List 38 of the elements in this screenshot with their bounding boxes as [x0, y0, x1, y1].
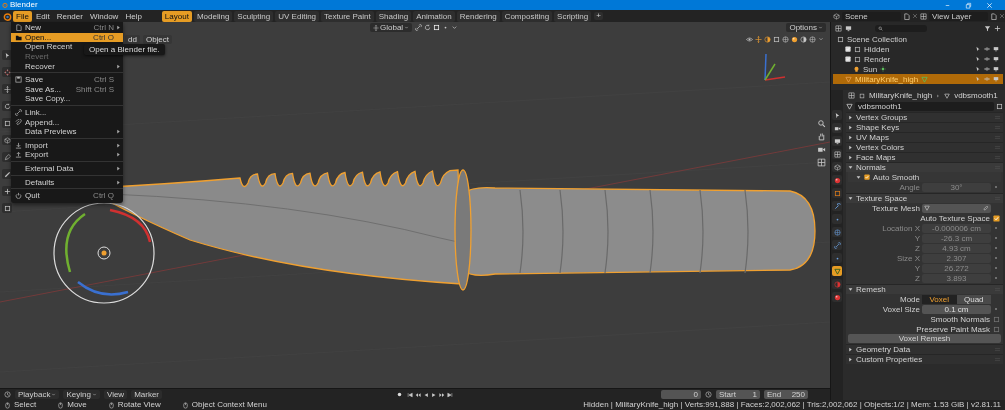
- field-label: Y: [913, 233, 920, 243]
- outliner-label: Render: [864, 54, 891, 64]
- subpanel-title: Auto Smooth: [873, 172, 920, 182]
- checkbox-label: Auto Texture Space: [920, 213, 990, 223]
- panel-title: Remesh: [856, 285, 886, 294]
- checkbox-label: Preserve Paint Mask: [916, 324, 990, 334]
- field-label: Z: [914, 273, 920, 283]
- panel-title: Normals: [856, 163, 886, 172]
- panel-title: Vertex Colors: [856, 143, 905, 152]
- outliner-label: Sun: [863, 64, 878, 74]
- panel-title: Face Maps: [856, 153, 896, 162]
- outliner-label: Scene Collection: [847, 34, 908, 44]
- panel-title: Geometry Data: [856, 345, 911, 354]
- panel-title: Custom Properties: [856, 355, 923, 364]
- status-hint: Move: [67, 400, 87, 410]
- panel-title: Vertex Groups: [856, 113, 908, 122]
- field-label: Size X: [895, 253, 920, 263]
- status-hint: Object Context Menu: [191, 400, 267, 410]
- window-title: Blender: [10, 0, 38, 10]
- panel-title: Shape Keys: [856, 123, 900, 132]
- panel-title: UV Maps: [856, 133, 889, 142]
- field-label: Texture Mesh: [870, 203, 920, 213]
- checkbox-label: Smooth Normals: [930, 314, 990, 324]
- panel-title: Texture Space: [856, 194, 908, 203]
- status-hint: Select: [14, 400, 37, 410]
- mesh-name: vdbsmooth1: [954, 91, 998, 100]
- status-hint: Rotate View: [117, 400, 161, 410]
- field-label: Mode: [899, 294, 920, 304]
- outliner-label: Hidden: [864, 44, 890, 54]
- field-label: Y: [913, 263, 920, 273]
- field-label: Z: [914, 243, 920, 253]
- scene-statistics: Hidden | MilitaryKnife_high | Verts:991,888 | Faces:2,002,062 | Tris:2,002,062 | Objects:1/2 | Mem: 1.53 GiB | v2.81.11: [583, 400, 1001, 410]
- outliner-label: MilitaryKnife_high: [855, 74, 919, 84]
- tooltip: Open a Blender file.: [84, 44, 165, 55]
- object-name: MilitaryKnife_high: [869, 91, 933, 100]
- field-label: Angle: [898, 182, 920, 192]
- field-label: Voxel Size: [881, 304, 920, 314]
- field-label: Location X: [881, 223, 920, 233]
